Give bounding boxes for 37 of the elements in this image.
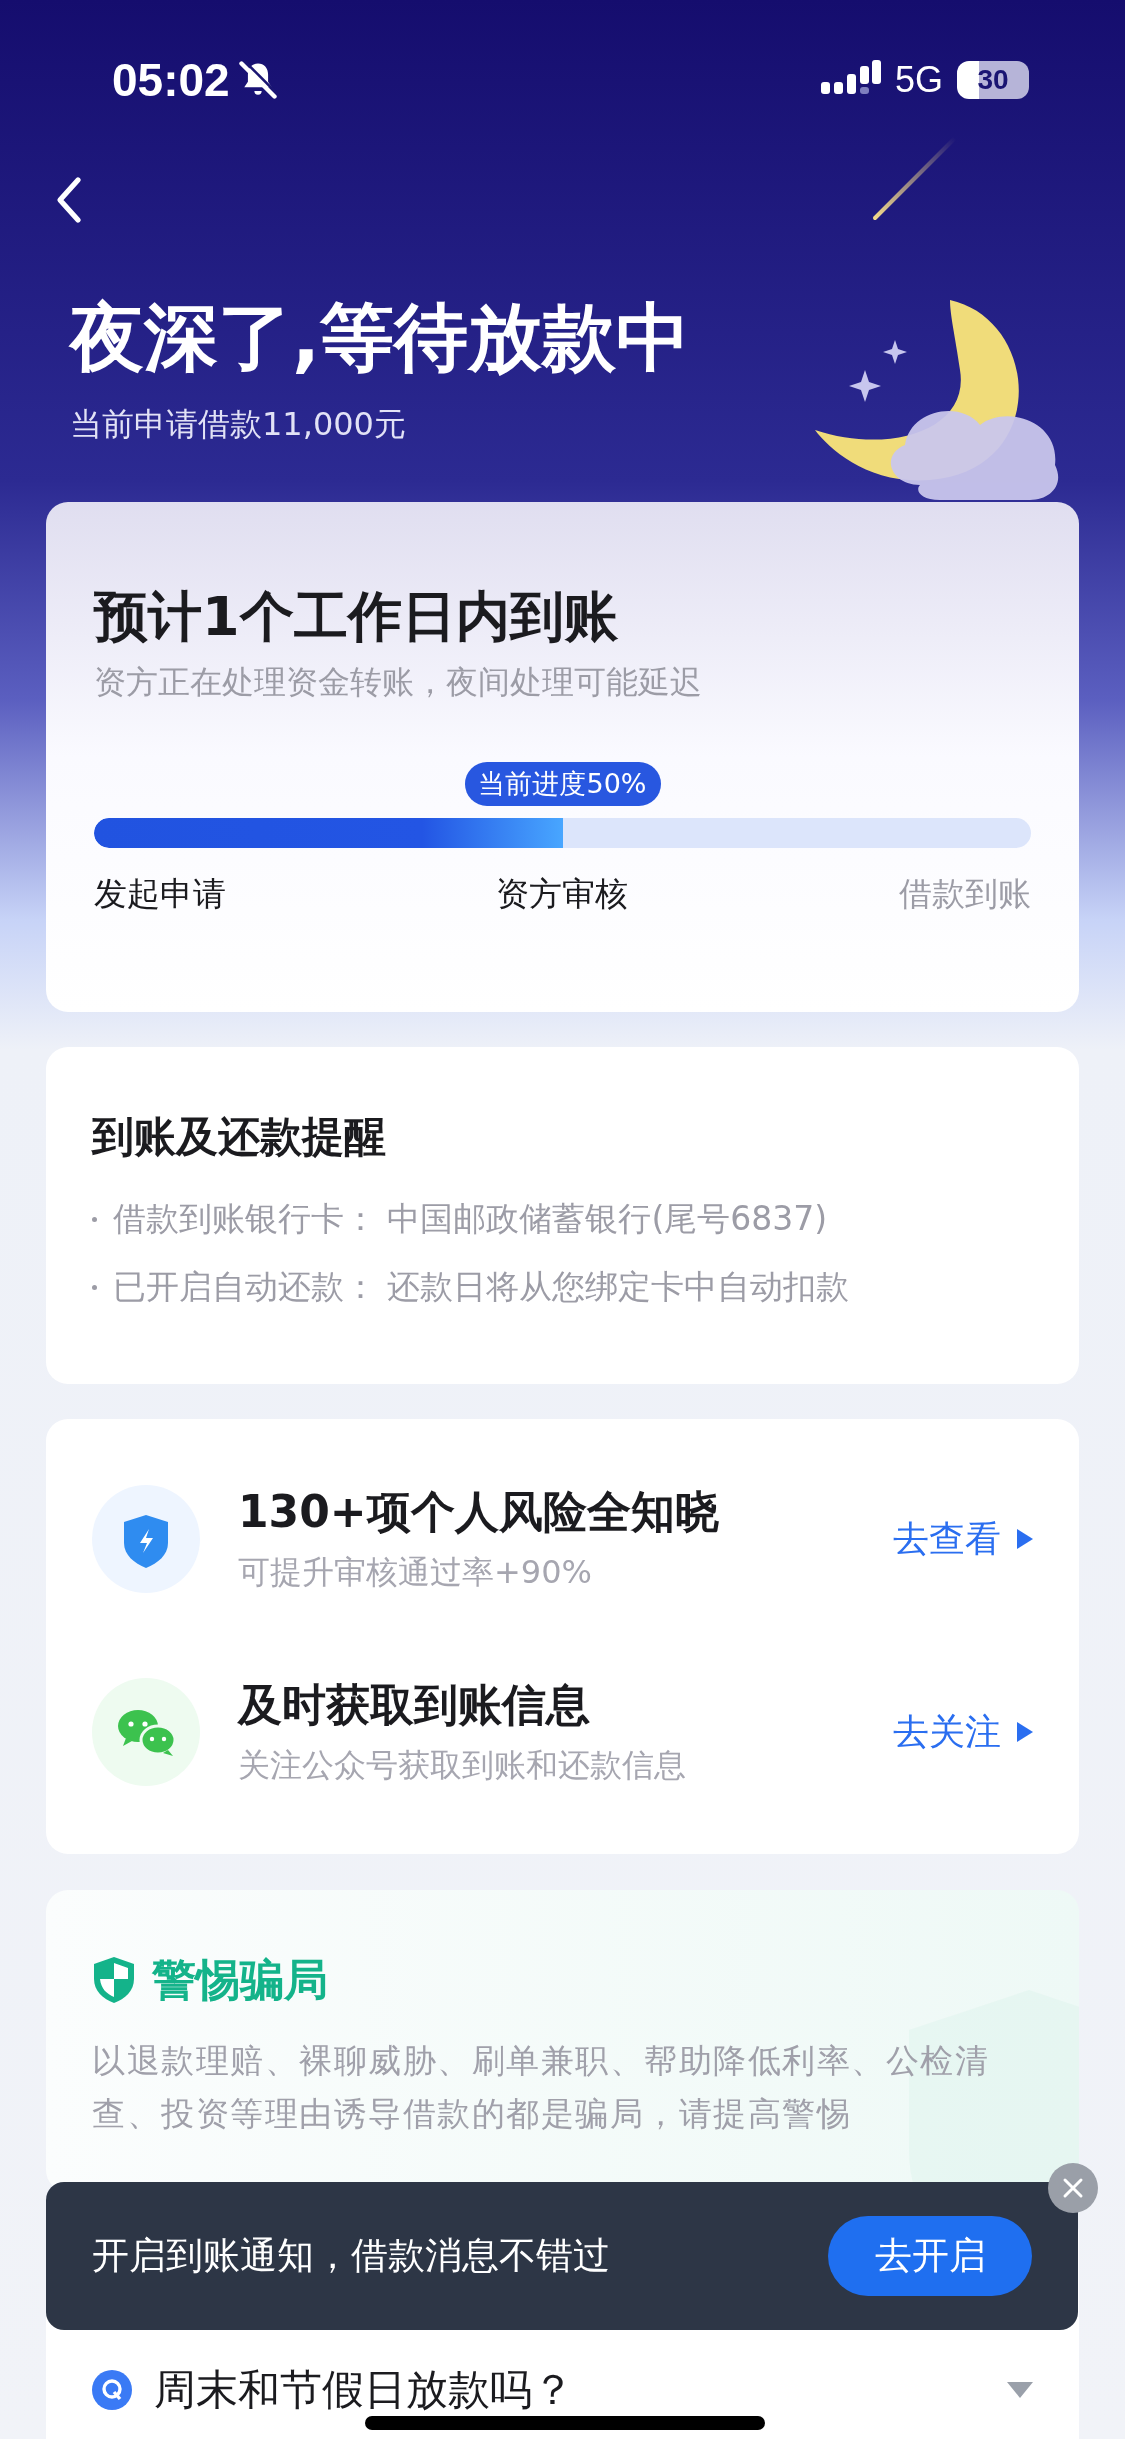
page-title: 夜深了,等待放款中 — [70, 293, 691, 382]
shield-bolt-icon — [92, 1485, 200, 1593]
service-title: 及时获取到账信息 — [238, 1678, 590, 1732]
step-label: 资方审核 — [495, 874, 630, 914]
warning-text: 以退款理赔、裸聊威胁、刷单兼职、帮助降低利率、公检清查、投资等理由诱导借款的都是骗局，请提高警惕 — [92, 2040, 990, 2135]
loan-amount-text: 当前申请借款11,000元 — [70, 404, 406, 445]
reminder-title: 到账及还款提醒 — [92, 1111, 386, 1163]
service-subtitle: 可提升审核通过率+90% — [238, 1552, 592, 1593]
clock-time: 05:02 — [112, 53, 230, 107]
triangle-icon — [1015, 1722, 1033, 1742]
chevron-left-icon — [54, 176, 84, 224]
service-link[interactable]: 去关注 — [893, 1707, 1033, 1757]
service-title: 130+项个人风险全知晓 — [238, 1485, 719, 1539]
eta-title: 预计1个工作日内到账 — [94, 584, 618, 650]
close-button[interactable] — [1048, 2163, 1098, 2213]
shield-icon — [92, 1955, 136, 2005]
question-badge-icon — [92, 2370, 132, 2410]
chat-bubbles-icon — [92, 1678, 200, 1786]
enable-button[interactable]: 去开启 — [828, 2216, 1032, 2296]
dropdown-caret-icon — [1007, 2382, 1033, 2398]
battery-level: 30 — [977, 64, 1009, 96]
notification-text: 开启到账通知，借款消息不错过 — [92, 2233, 610, 2279]
network-label: 5G — [894, 59, 943, 101]
step-label: 发起申请 — [94, 874, 227, 914]
close-icon — [1061, 2176, 1085, 2200]
warning-title: 警惕骗局 — [152, 1953, 328, 2007]
triangle-icon — [1015, 1529, 1033, 1549]
service-subtitle: 关注公众号获取到账和还款信息 — [238, 1745, 686, 1786]
bullet-dot — [92, 1216, 97, 1222]
bullet-dot — [92, 1284, 97, 1290]
eta-subtitle: 资方正在处理资金转账，夜间处理可能延迟 — [94, 662, 702, 703]
service-link[interactable]: 去查看 — [893, 1514, 1033, 1564]
step-label: 借款到账 — [898, 874, 1031, 914]
faq-item[interactable]: 周末和节假日放款吗？ — [92, 2362, 1033, 2418]
reminder-text: 已开启自动还款： 还款日将从您绑定卡中自动扣款 — [113, 1265, 850, 1308]
progress-badge: 当前进度50% — [464, 762, 661, 806]
reminder-text: 借款到账银行卡： 中国邮政储蓄银行(尾号6837) — [113, 1197, 828, 1240]
